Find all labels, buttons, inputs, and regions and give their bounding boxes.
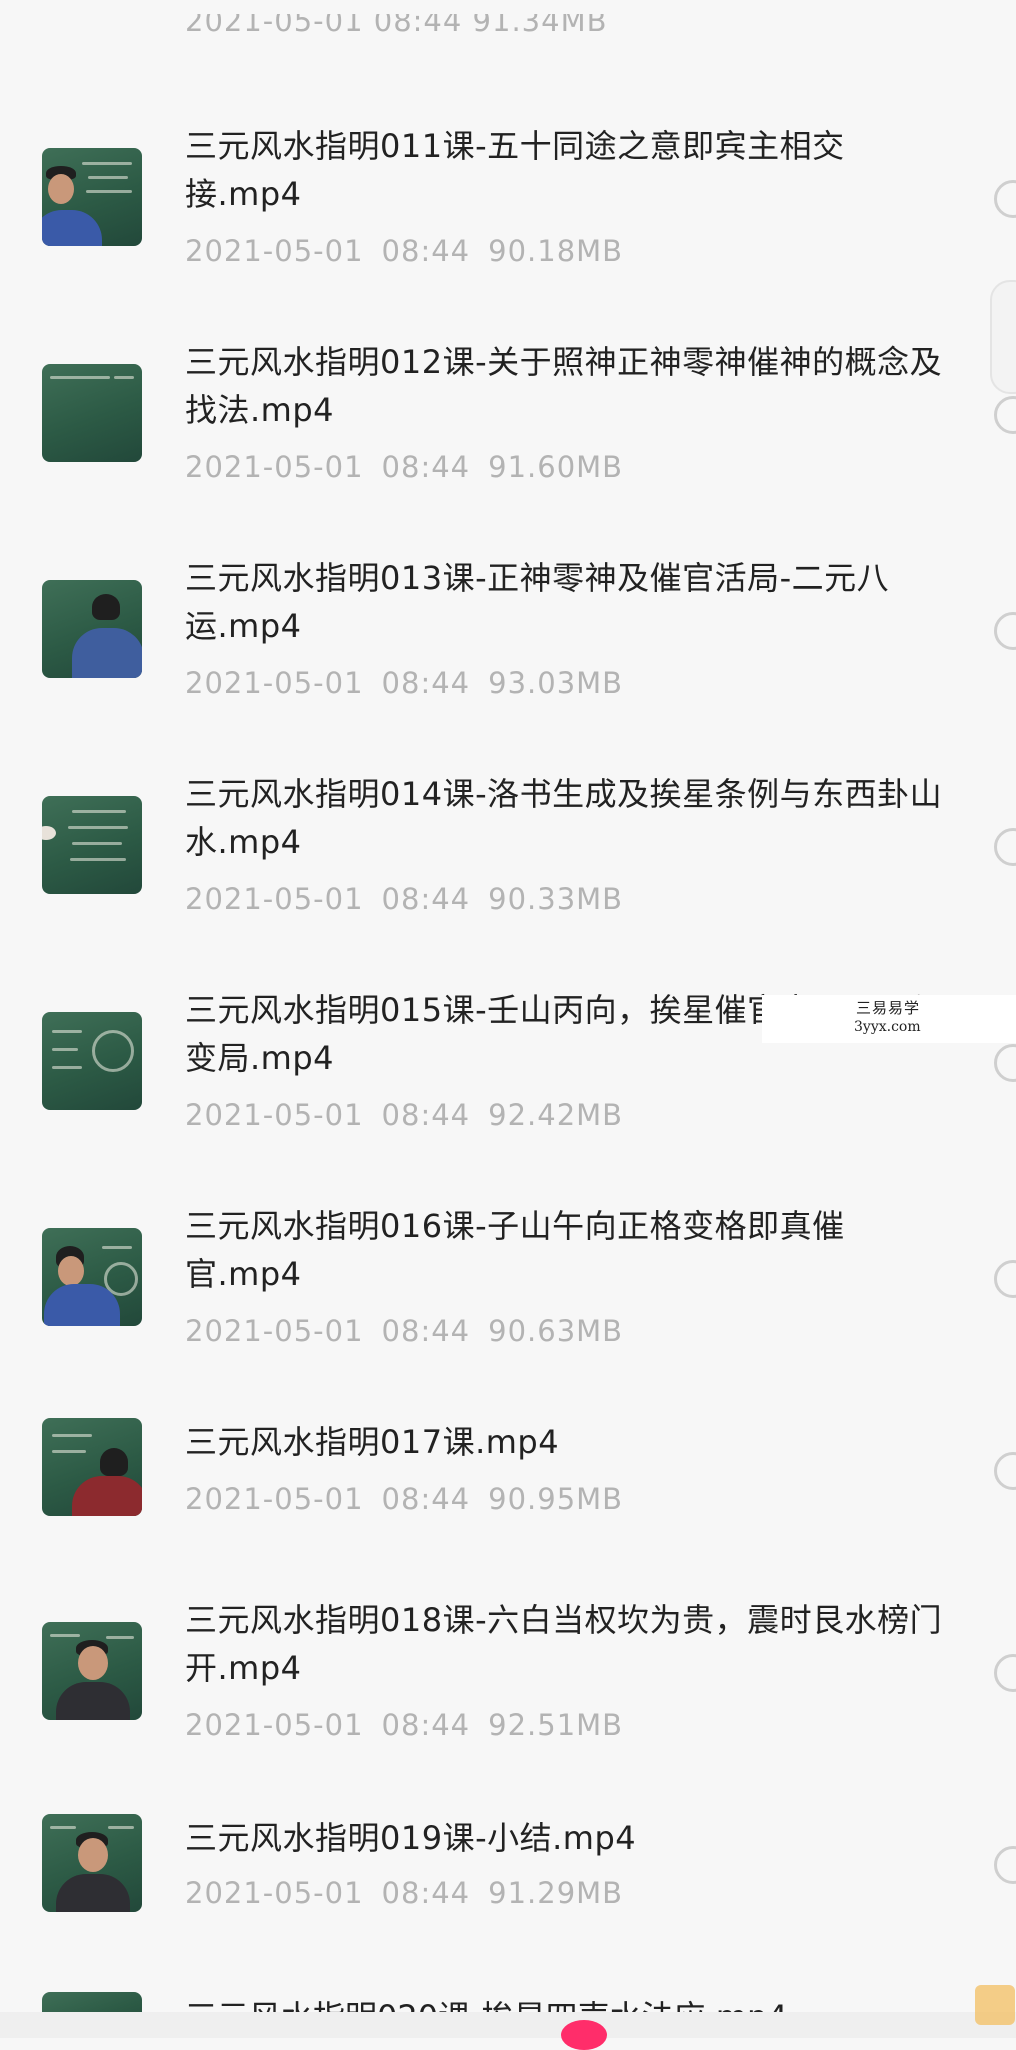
- file-date: 2021-05-01: [185, 882, 364, 916]
- file-date: 2021-05-01: [185, 1098, 364, 1132]
- file-date: 2021-05-01: [185, 450, 364, 484]
- file-date: 2021-05-01: [185, 666, 364, 700]
- select-radio[interactable]: [994, 1452, 1016, 1490]
- file-meta: 2021-05-01 08:44 90.63MB: [185, 1314, 641, 1348]
- video-thumbnail: [42, 1012, 142, 1110]
- video-thumbnail: [42, 1228, 142, 1326]
- file-meta: 2021-05-01 08:44 92.51MB: [185, 1708, 641, 1742]
- video-thumbnail: [42, 796, 142, 894]
- file-meta: 2021-05-01 08:44 93.03MB: [185, 666, 641, 700]
- app-icon[interactable]: [975, 1985, 1015, 2025]
- file-name: 三元风水指明019课-小结.mp4: [185, 1819, 637, 1857]
- file-meta: 2021-05-01 08:44 90.18MB: [185, 234, 641, 268]
- video-thumbnail: [42, 1418, 142, 1516]
- select-radio[interactable]: [994, 396, 1016, 434]
- file-meta: 2021-05-01 08:44 90.95MB: [185, 1482, 641, 1516]
- file-size: 91.29MB: [488, 1876, 624, 1910]
- file-name: 三元风水指明018课-六白当权坎为贵，震时艮水榜门开.mp4: [185, 1601, 943, 1687]
- file-name: 三元风水指明011课-五十同途之意即宾主相交接.mp4: [185, 127, 845, 213]
- file-time: 08:44: [381, 1876, 471, 1910]
- select-radio[interactable]: [994, 1260, 1016, 1298]
- file-size: 91.60MB: [488, 450, 624, 484]
- file-size: 90.63MB: [488, 1314, 624, 1348]
- file-meta: 2021-05-01 08:44 91.60MB: [185, 450, 641, 484]
- file-size: 90.95MB: [488, 1482, 624, 1516]
- file-date: 2021-05-01: [185, 1314, 364, 1348]
- file-meta: 2021-05-01 08:44 92.42MB: [185, 1098, 641, 1132]
- file-time: 08:44: [381, 1098, 471, 1132]
- file-time: 08:44: [381, 882, 471, 916]
- select-radio[interactable]: [994, 180, 1016, 218]
- file-size: 93.03MB: [488, 666, 624, 700]
- file-meta: 2021-05-01 08:44 91.29MB: [185, 1876, 641, 1910]
- file-list: 2021-05-01 08:44 91.34MB 三元风水指明011课-五十同途…: [0, 0, 1016, 2050]
- video-thumbnail: [42, 580, 142, 678]
- floating-handle[interactable]: [990, 280, 1016, 394]
- file-name: 三元风水指明017课.mp4: [185, 1423, 560, 1461]
- file-size: 90.33MB: [488, 882, 624, 916]
- partial-file-meta: 2021-05-01 08:44 91.34MB: [185, 14, 608, 36]
- file-time: 08:44: [381, 1708, 471, 1742]
- bottom-toolbar: [0, 2012, 1016, 2038]
- file-name: 三元风水指明013课-正神零神及催官活局-二元八运.mp4: [185, 559, 890, 645]
- video-thumbnail: [42, 148, 142, 246]
- notification-badge-icon[interactable]: [561, 2020, 607, 2050]
- select-radio[interactable]: [994, 828, 1016, 866]
- file-time: 08:44: [381, 1314, 471, 1348]
- select-radio[interactable]: [994, 1846, 1016, 1884]
- file-size: 92.51MB: [488, 1708, 624, 1742]
- select-radio[interactable]: [994, 1654, 1016, 1692]
- file-time: 08:44: [381, 234, 471, 268]
- file-size: 90.18MB: [488, 234, 624, 268]
- file-time: 08:44: [381, 1482, 471, 1516]
- select-radio[interactable]: [994, 1044, 1016, 1082]
- watermark-logo: 三易易学 3yyx.com: [762, 995, 1016, 1043]
- file-time: 08:44: [381, 666, 471, 700]
- file-date: 2021-05-01: [185, 1482, 364, 1516]
- file-name: 三元风水指明014课-洛书生成及挨星条例与东西卦山水.mp4: [185, 775, 943, 861]
- file-size: 92.42MB: [488, 1098, 624, 1132]
- file-time: 08:44: [381, 450, 471, 484]
- file-date: 2021-05-01: [185, 1708, 364, 1742]
- watermark-url: 3yyx.com: [854, 1019, 921, 1035]
- video-thumbnail: [42, 1814, 142, 1912]
- video-thumbnail: [42, 1622, 142, 1720]
- file-date: 2021-05-01: [185, 1876, 364, 1910]
- video-thumbnail: [42, 364, 142, 462]
- select-radio[interactable]: [994, 612, 1016, 650]
- file-date: 2021-05-01: [185, 234, 364, 268]
- file-name: 三元风水指明016课-子山午向正格变格即真催官.mp4: [185, 1207, 845, 1293]
- watermark-name: 三易易学: [856, 999, 921, 1017]
- file-meta: 2021-05-01 08:44 90.33MB: [185, 882, 641, 916]
- file-name: 三元风水指明012课-关于照神正神零神催神的概念及找法.mp4: [185, 343, 943, 429]
